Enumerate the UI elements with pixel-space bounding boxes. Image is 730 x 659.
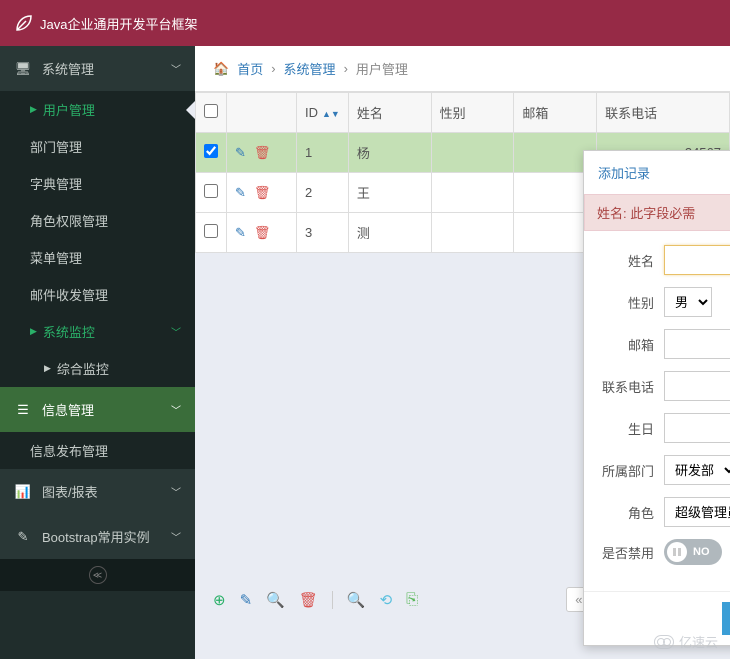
crumb-section[interactable]: 系统管理: [284, 59, 336, 78]
sidebar-item-system[interactable]: 🖥系统管理﹀: [0, 46, 195, 91]
edit-icon[interactable]: ✎: [235, 225, 246, 240]
leaf-icon: [14, 13, 34, 33]
chevron-down-icon: ﹀: [171, 529, 181, 544]
modal-title: 添加记录: [598, 163, 650, 182]
main-content: 🏠 首页› 系统管理› 用户管理 ID▲▼ 姓名 性别 邮箱 联系电话 ✎🗑1杨…: [195, 46, 730, 659]
sidebar-item-infopub[interactable]: 信息发布管理: [0, 432, 195, 469]
row-checkbox[interactable]: [204, 144, 218, 158]
add-record-modal: 添加记录× 姓名: 此字段必需 姓名 性别男 邮箱 联系电话 生日 所属部门研发…: [583, 150, 730, 646]
sidebar-item-integmon[interactable]: ▶综合监控: [0, 350, 195, 387]
sidebar-item-menu[interactable]: 菜单管理: [0, 239, 195, 276]
chevron-down-icon: ﹀: [171, 61, 181, 76]
chevron-down-icon: ﹀: [171, 402, 181, 417]
caret-right-icon: ▶: [30, 104, 37, 115]
error-message: 姓名: 此字段必需: [584, 194, 730, 231]
app-title: Java企业通用开发平台框架: [40, 14, 197, 33]
edit-icon[interactable]: ✎: [235, 185, 246, 200]
sidebar-item-users[interactable]: ▶用户管理: [0, 91, 195, 128]
chart-icon: 📊: [14, 484, 32, 500]
sidebar-item-dept[interactable]: 部门管理: [0, 128, 195, 165]
crumb-page: 用户管理: [356, 59, 408, 78]
submit-button[interactable]: ✓提交: [722, 602, 730, 635]
pause-icon: [672, 547, 682, 557]
sidebar-item-mail[interactable]: 邮件收发管理: [0, 276, 195, 313]
filter-button[interactable]: 🔍: [347, 591, 366, 609]
breadcrumb: 🏠 首页› 系统管理› 用户管理: [195, 46, 730, 92]
zoom-button[interactable]: 🔍: [266, 591, 285, 609]
export-button[interactable]: ⎘: [406, 591, 418, 608]
delete-button[interactable]: 🗑: [299, 591, 318, 609]
disabled-toggle[interactable]: NO: [664, 539, 722, 565]
name-field[interactable]: [664, 245, 730, 275]
col-email[interactable]: 邮箱: [514, 93, 597, 133]
col-phone[interactable]: 联系电话: [597, 93, 730, 133]
col-name[interactable]: 姓名: [348, 93, 431, 133]
role-select[interactable]: 超级管理员: [664, 497, 730, 527]
app-header: Java企业通用开发平台框架: [0, 0, 730, 46]
collapse-icon: ≪: [89, 566, 107, 584]
monitor-icon: 🖥: [14, 61, 32, 77]
email-field[interactable]: [664, 329, 730, 359]
sidebar-item-bootstrap[interactable]: ✎Bootstrap常用实例﹀: [0, 514, 195, 559]
trash-icon[interactable]: 🗑: [254, 145, 271, 160]
list-icon: ☰: [14, 402, 32, 418]
caret-right-icon: ▶: [30, 326, 37, 337]
phone-field[interactable]: [664, 371, 730, 401]
edit-icon: ✎: [14, 529, 32, 545]
row-checkbox[interactable]: [204, 184, 218, 198]
sidebar-item-chart[interactable]: 📊图表/报表﹀: [0, 469, 195, 514]
edit-button[interactable]: ✎: [240, 591, 253, 609]
trash-icon[interactable]: 🗑: [254, 225, 271, 240]
caret-right-icon: ▶: [44, 363, 51, 374]
chevron-down-icon: ﹀: [171, 484, 181, 499]
edit-icon[interactable]: ✎: [235, 145, 246, 160]
trash-icon[interactable]: 🗑: [254, 185, 271, 200]
birth-field[interactable]: [664, 413, 730, 443]
add-button[interactable]: ⊕: [213, 591, 226, 609]
gender-select[interactable]: 男: [664, 287, 712, 317]
select-all-checkbox[interactable]: [204, 104, 218, 118]
cloud-icon: [654, 635, 674, 649]
sidebar: 🖥系统管理﹀ ▶用户管理 部门管理 字典管理 角色权限管理 菜单管理 邮件收发管…: [0, 46, 195, 659]
chevron-down-icon: ﹀: [171, 324, 181, 339]
row-checkbox[interactable]: [204, 224, 218, 238]
sidebar-item-info[interactable]: ☰信息管理﹀: [0, 387, 195, 432]
sidebar-collapse[interactable]: ≪: [0, 559, 195, 591]
sidebar-item-dict[interactable]: 字典管理: [0, 165, 195, 202]
sidebar-item-monitor[interactable]: ▶系统监控﹀: [0, 313, 195, 350]
watermark: 亿速云: [654, 632, 718, 651]
crumb-home[interactable]: 首页: [237, 59, 263, 78]
sort-icon[interactable]: ▲▼: [322, 109, 340, 119]
home-icon: 🏠: [213, 61, 229, 77]
refresh-button[interactable]: ⟲: [380, 591, 393, 609]
col-gender[interactable]: 性别: [431, 93, 514, 133]
dept-select[interactable]: 研发部: [664, 455, 730, 485]
sidebar-item-role[interactable]: 角色权限管理: [0, 202, 195, 239]
